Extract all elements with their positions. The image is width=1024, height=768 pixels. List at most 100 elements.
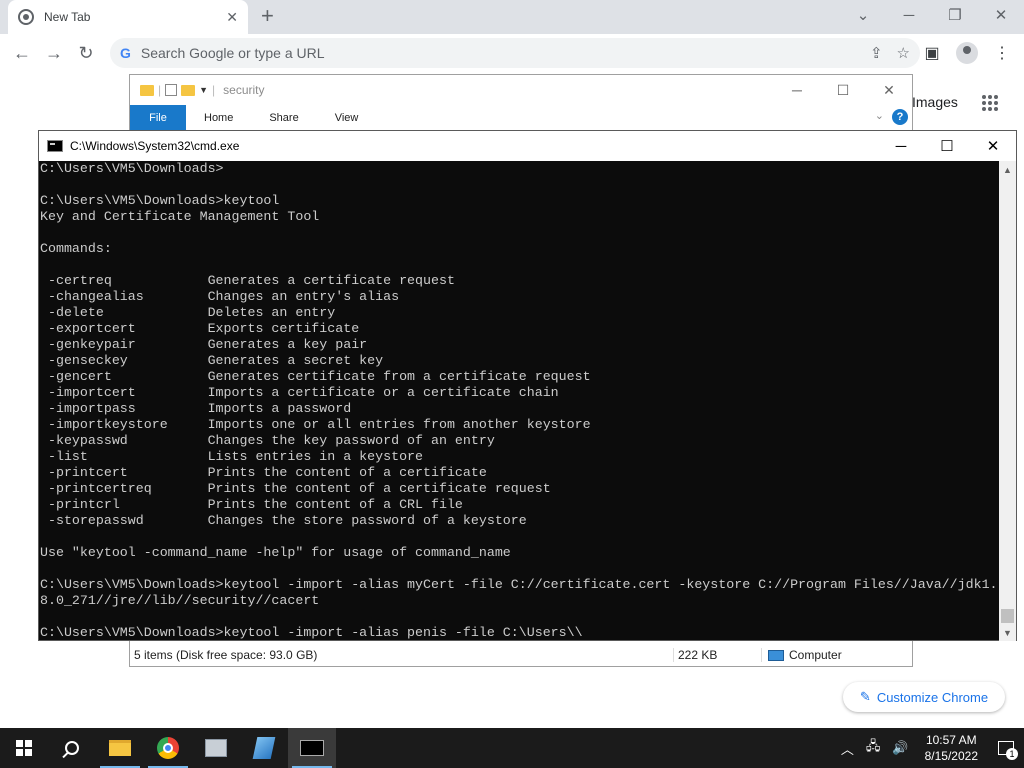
console-line: -importpass Imports a password xyxy=(40,401,352,416)
explorer-title: security xyxy=(223,83,265,97)
side-panel-icon[interactable]: ▣ xyxy=(922,43,942,63)
taskbar-app-1[interactable] xyxy=(192,728,240,768)
cmd-minimize-button[interactable]: ─ xyxy=(878,131,924,161)
cmd-title: C:\Windows\System32\cmd.exe xyxy=(70,139,240,153)
ribbon-expand-icon[interactable]: ⌄ xyxy=(875,109,884,122)
help-icon[interactable]: ? xyxy=(892,109,908,125)
forward-button[interactable]: → xyxy=(42,41,66,65)
ribbon-tab-home[interactable]: Home xyxy=(186,105,251,130)
clock-date: 8/15/2022 xyxy=(924,749,978,763)
volume-icon[interactable]: 🔊 xyxy=(886,740,914,756)
console-line: Key and Certificate Management Tool xyxy=(40,209,320,224)
file-explorer-icon xyxy=(109,740,131,756)
explorer-titlebar: | ▼ | security ─ ☐ ✕ xyxy=(130,75,912,105)
status-selection-size: 222 KB xyxy=(674,648,762,662)
console-line: -printcert Prints the content of a certi… xyxy=(40,465,487,480)
console-line: -printcertreq Prints the content of a ce… xyxy=(40,481,551,496)
console-line: C:\Users\VM5\Downloads> xyxy=(40,161,224,176)
cmd-icon xyxy=(47,140,63,152)
console-line: -printcrl Prints the content of a CRL fi… xyxy=(40,497,463,512)
console-line: -gencert Generates certificate from a ce… xyxy=(40,369,591,384)
system-tray: ︿ 🖧 🔊 10:57 AM 8/15/2022 1 xyxy=(835,728,1024,768)
console-line: Use "keytool -command_name -help" for us… xyxy=(40,545,511,560)
chrome-window-controls: ⌄ ─ ❐ ✕ xyxy=(840,0,1024,30)
start-button[interactable] xyxy=(0,728,48,768)
network-icon[interactable]: 🖧 xyxy=(860,737,887,759)
ribbon-tab-share[interactable]: Share xyxy=(251,105,316,130)
minimize-button[interactable]: ─ xyxy=(886,0,932,30)
quick-access-dropdown-icon[interactable]: ▼ xyxy=(199,85,208,95)
cmd-maximize-button[interactable]: ☐ xyxy=(924,131,970,161)
taskbar-file-explorer[interactable] xyxy=(96,728,144,768)
customize-chrome-button[interactable]: ✎ Customize Chrome xyxy=(843,682,1005,712)
status-item-count: 5 items (Disk free space: 93.0 GB) xyxy=(130,648,674,662)
pencil-icon: ✎ xyxy=(859,689,871,704)
taskbar: ︿ 🖧 🔊 10:57 AM 8/15/2022 1 xyxy=(0,728,1024,768)
explorer-maximize-button[interactable]: ☐ xyxy=(820,75,866,105)
taskbar-app-2[interactable] xyxy=(240,728,288,768)
tab-close-icon[interactable]: ✕ xyxy=(226,9,238,26)
console-line: -delete Deletes an entry xyxy=(40,305,336,320)
clock-time: 10:57 AM xyxy=(925,733,977,747)
console-line: -certreq Generates a certificate request xyxy=(40,273,455,288)
show-hidden-icons-icon[interactable]: ︿ xyxy=(835,739,860,758)
chevron-down-icon[interactable]: ⌄ xyxy=(840,0,886,30)
taskbar-chrome[interactable] xyxy=(144,728,192,768)
console-line: -exportcert Exports certificate xyxy=(40,321,360,336)
explorer-close-button[interactable]: ✕ xyxy=(866,75,912,105)
ribbon-tab-file[interactable]: File xyxy=(130,105,186,130)
tab-title: New Tab xyxy=(44,10,91,24)
properties-icon[interactable] xyxy=(165,84,178,96)
explorer-ribbon: File Home Share View xyxy=(130,105,912,131)
taskbar-cmd[interactable] xyxy=(288,728,336,768)
console-line: -changealias Changes an entry's alias xyxy=(40,289,400,304)
back-button[interactable]: ← xyxy=(10,41,34,65)
profile-avatar[interactable] xyxy=(956,42,978,64)
notification-count: 1 xyxy=(1006,748,1018,760)
explorer-minimize-button[interactable]: ─ xyxy=(774,75,820,105)
new-tab-button[interactable]: + xyxy=(261,5,274,27)
console-line: -list Lists entries in a keystore xyxy=(40,449,424,464)
tab-new-tab[interactable]: New Tab ✕ xyxy=(8,0,248,34)
cmd-close-button[interactable]: ✕ xyxy=(970,131,1016,161)
chrome-toolbar: ← → ↻ G Search Google or type a URL ⇪ ☆ … xyxy=(0,34,1024,72)
restore-button[interactable]: ❐ xyxy=(932,0,978,30)
console-output[interactable]: C:\Users\VM5\Downloads> C:\Users\VM5\Down… xyxy=(39,161,1000,641)
console-line: C:\Users\VM5\Downloads>keytool -import -… xyxy=(40,625,583,640)
scroll-down-icon[interactable]: ▼ xyxy=(999,624,1016,641)
windows-logo-icon xyxy=(16,740,32,756)
console-line: -genkeypair Generates a key pair xyxy=(40,337,368,352)
bookmark-star-icon[interactable]: ☆ xyxy=(897,44,910,62)
ribbon-tab-view[interactable]: View xyxy=(317,105,377,130)
app-window-icon xyxy=(205,739,227,757)
clock[interactable]: 10:57 AM 8/15/2022 xyxy=(915,732,988,764)
omnibox-placeholder: Search Google or type a URL xyxy=(140,45,325,61)
images-link[interactable]: Images xyxy=(912,94,958,110)
console-line: C:\Users\VM5\Downloads>keytool -import -… xyxy=(40,577,998,592)
omnibox[interactable]: G Search Google or type a URL ⇪ ☆ xyxy=(110,38,920,68)
search-button[interactable] xyxy=(48,728,96,768)
cmd-scrollbar[interactable]: ▲ ▼ xyxy=(999,161,1016,641)
notification-center-button[interactable]: 1 xyxy=(988,728,1024,768)
app-blue-icon xyxy=(252,737,276,759)
customize-chrome-label: Customize Chrome xyxy=(876,689,989,705)
console-line: Commands: xyxy=(40,241,112,256)
cmd-taskbar-icon xyxy=(300,740,324,756)
cmd-window: C:\Windows\System32\cmd.exe ─ ☐ ✕ C:\Use… xyxy=(38,130,1017,641)
console-line: -importkeystore Imports one or all entri… xyxy=(40,417,591,432)
console-line: -keypasswd Changes the key password of a… xyxy=(40,433,495,448)
share-icon[interactable]: ⇪ xyxy=(870,44,883,62)
console-line: -importcert Imports a certificate or a c… xyxy=(40,385,559,400)
reload-button[interactable]: ↻ xyxy=(74,41,98,65)
tab-strip: New Tab ✕ + ⌄ ─ ❐ ✕ xyxy=(0,0,1024,34)
close-button[interactable]: ✕ xyxy=(978,0,1024,30)
new-folder-icon[interactable] xyxy=(181,84,196,96)
console-line: C:\Users\VM5\Downloads>keytool xyxy=(40,193,280,208)
apps-grid-icon[interactable] xyxy=(982,95,998,111)
menu-icon[interactable]: ⋮ xyxy=(992,43,1012,63)
explorer-status-bar: 5 items (Disk free space: 93.0 GB) 222 K… xyxy=(130,644,912,666)
scroll-thumb[interactable] xyxy=(1001,609,1014,623)
scroll-up-icon[interactable]: ▲ xyxy=(999,161,1016,178)
